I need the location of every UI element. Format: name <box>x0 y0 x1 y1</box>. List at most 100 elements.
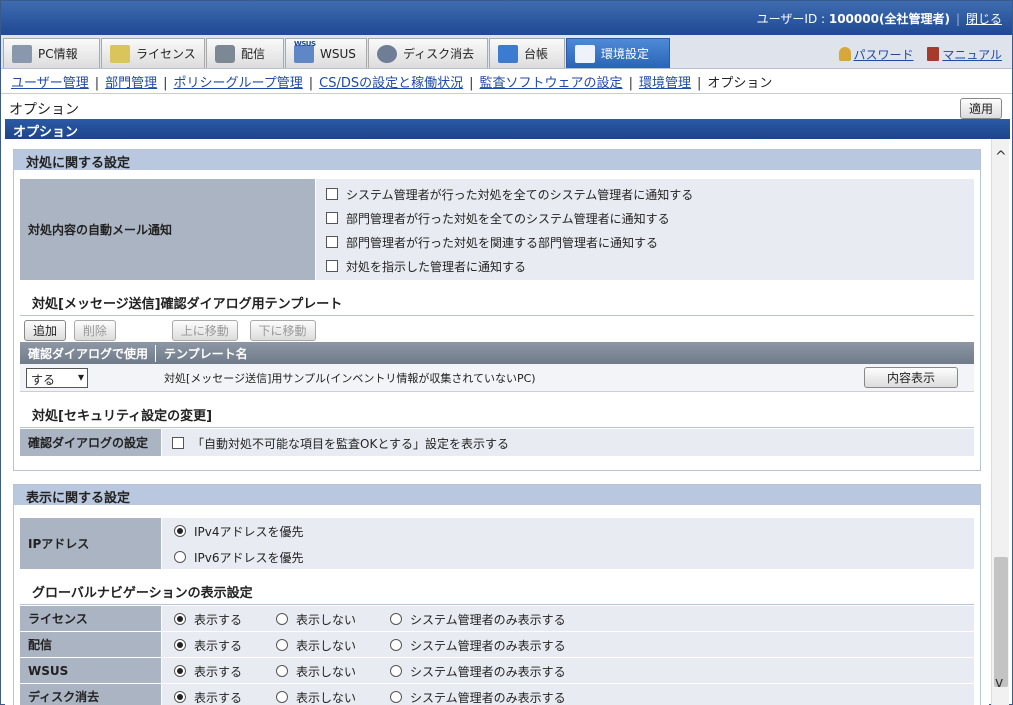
scroll-up-icon[interactable]: ^ <box>995 149 1007 165</box>
vertical-scrollbar[interactable]: ^ v <box>991 139 1009 705</box>
tab-label: WSUS <box>320 46 356 61</box>
use-dialog-select[interactable]: する <box>26 367 88 388</box>
subnav-options-current: オプション <box>707 76 773 91</box>
subnav-user-management[interactable]: ユーザー管理 <box>11 76 89 91</box>
radio-button[interactable] <box>174 665 186 677</box>
ip-row: IPアドレス IPv4アドレスを優先 IPv6アドレスを優先 <box>20 517 974 569</box>
separator: | <box>163 76 168 91</box>
confirm-option[interactable]: 「自動対処不可能な項目を監査OKとする」設定を表示する <box>162 429 974 457</box>
radio-label: IPv6アドレスを優先 <box>194 550 304 565</box>
option-admin-only[interactable]: システム管理者のみ表示する <box>390 689 566 705</box>
radio-button[interactable] <box>174 691 186 703</box>
subnav-policy-group[interactable]: ポリシーグループ管理 <box>174 76 303 91</box>
tab-disk-erase[interactable]: ディスク消去 <box>368 38 488 68</box>
checkbox[interactable] <box>326 236 338 248</box>
move-down-button[interactable]: 下に移動 <box>249 320 316 341</box>
move-up-button[interactable]: 上に移動 <box>171 320 238 341</box>
radio-button[interactable] <box>174 639 186 651</box>
manual-link[interactable]: マニュアル <box>942 48 1002 62</box>
subnav-cs-ds[interactable]: CS/DSの設定と稼働状況 <box>319 76 463 91</box>
radio-label: IPv4アドレスを優先 <box>194 524 304 539</box>
mail-option-1[interactable]: システム管理者が行った対処を全てのシステム管理者に通知する <box>316 182 974 206</box>
option-hide[interactable]: 表示しない <box>276 611 356 628</box>
radio-button[interactable] <box>276 613 289 625</box>
option-show[interactable]: 表示する <box>174 637 242 654</box>
subnav-audit-software[interactable]: 監査ソフトウェアの設定 <box>480 76 623 91</box>
delete-button[interactable]: 削除 <box>73 320 116 341</box>
radio-button[interactable] <box>276 665 289 677</box>
checkbox-label: 部門管理者が行った対処を関連する部門管理者に通知する <box>346 235 659 250</box>
checkbox[interactable] <box>172 437 184 449</box>
option-admin-only[interactable]: システム管理者のみ表示する <box>390 663 566 680</box>
confirm-dialog-label: 確認ダイアログの設定 <box>20 429 162 456</box>
checkbox-label: 対処を指示した管理者に通知する <box>346 259 527 274</box>
nav-row-options: 表示する 表示しない システム管理者のみ表示する <box>162 658 974 683</box>
option-hide[interactable]: 表示しない <box>276 637 356 654</box>
checkbox[interactable] <box>326 212 338 224</box>
tab-wsus[interactable]: WSUS WSUS <box>285 38 367 68</box>
mail-option-3[interactable]: 部門管理者が行った対処を関連する部門管理者に通知する <box>316 230 974 254</box>
option-hide[interactable]: 表示しない <box>276 663 356 680</box>
radio-button[interactable] <box>390 665 403 677</box>
view-cell: 内容表示 <box>864 367 974 388</box>
scroll-down-icon[interactable]: v <box>995 675 1003 691</box>
nav-row-options: 表示する 表示しない システム管理者のみ表示する <box>162 632 974 657</box>
checkbox-label: 「自動対処不可能な項目を監査OKとする」設定を表示する <box>192 436 509 451</box>
password-link[interactable]: パスワード <box>854 48 914 62</box>
ip-option-v4[interactable]: IPv4アドレスを優先 <box>174 518 974 544</box>
radio-group: 表示する 表示しない システム管理者のみ表示する <box>174 658 974 684</box>
tab-label: ライセンス <box>136 47 196 61</box>
radio-button[interactable] <box>390 639 403 651</box>
radio-label: システム管理者のみ表示する <box>410 612 566 627</box>
confirm-dialog-options: 「自動対処不可能な項目を監査OKとする」設定を表示する <box>162 429 974 456</box>
radio-button[interactable] <box>276 691 289 703</box>
settings-icon <box>575 44 595 63</box>
ip-option-v6[interactable]: IPv6アドレスを優先 <box>174 544 974 570</box>
tab-label: 配信 <box>241 47 266 61</box>
view-content-button[interactable]: 内容表示 <box>864 367 959 388</box>
radio-button[interactable] <box>174 525 186 537</box>
scroll-thumb[interactable] <box>994 557 1008 687</box>
option-show[interactable]: 表示する <box>174 689 242 705</box>
tab-settings[interactable]: 環境設定 <box>566 38 670 68</box>
nav-row-options: 表示する 表示しない システム管理者のみ表示する <box>162 684 974 705</box>
mail-option-2[interactable]: 部門管理者が行った対処を全てのシステム管理者に通知する <box>316 206 974 230</box>
nav-row-wsus: WSUS 表示する 表示しない システム管理者のみ表示する <box>20 657 974 683</box>
tab-ledger[interactable]: 台帳 <box>489 38 565 68</box>
tab-label: ディスク消去 <box>403 47 475 61</box>
tab-pc-info[interactable]: PC情報 <box>3 38 100 68</box>
confirm-dialog-row: 確認ダイアログの設定 「自動対処不可能な項目を監査OKとする」設定を表示する <box>20 428 974 456</box>
radio-group: 表示する 表示しない システム管理者のみ表示する <box>174 606 974 632</box>
tab-label: PC情報 <box>38 47 78 61</box>
radio-button[interactable] <box>390 691 403 703</box>
option-admin-only[interactable]: システム管理者のみ表示する <box>390 611 566 628</box>
license-icon <box>110 44 130 63</box>
subnav-environment[interactable]: 環境管理 <box>639 76 691 91</box>
subnav-department-management[interactable]: 部門管理 <box>105 76 157 91</box>
option-show[interactable]: 表示する <box>174 663 242 680</box>
radio-button[interactable] <box>390 613 403 625</box>
option-show[interactable]: 表示する <box>174 611 242 628</box>
tab-distribution[interactable]: 配信 <box>206 38 284 68</box>
apply-button[interactable]: 適用 <box>959 98 1002 119</box>
radio-button[interactable] <box>276 639 289 651</box>
radio-label: 表示しない <box>296 638 357 653</box>
tab-license[interactable]: ライセンス <box>101 38 205 68</box>
option-admin-only[interactable]: システム管理者のみ表示する <box>390 637 566 654</box>
mail-option-4[interactable]: 対処を指示した管理者に通知する <box>316 254 974 278</box>
radio-button[interactable] <box>174 551 186 563</box>
radio-button[interactable] <box>174 613 186 625</box>
sub-navigation: ユーザー管理 | 部門管理 | ポリシーグループ管理 | CS/DSの設定と稼働状況 | 監査ソ… <box>1 69 1012 93</box>
checkbox[interactable] <box>326 188 338 200</box>
checkbox[interactable] <box>326 260 338 272</box>
separator: | <box>469 76 474 91</box>
tab-label: 環境設定 <box>601 47 650 61</box>
action-settings-panel: 対処に関する設定 対処内容の自動メール通知 システム管理者が行った対処を全てのシ… <box>13 149 981 471</box>
add-button[interactable]: 追加 <box>24 320 67 341</box>
mail-notify-options: システム管理者が行った対処を全てのシステム管理者に通知する 部門管理者が行った対… <box>316 179 974 280</box>
radio-label: 表示する <box>194 612 243 627</box>
logout-link[interactable]: 閉じる <box>966 12 1002 26</box>
action-settings-title: 対処に関する設定 <box>14 150 980 171</box>
action-settings-body: 対処内容の自動メール通知 システム管理者が行った対処を全てのシステム管理者に通知… <box>14 170 980 456</box>
option-hide[interactable]: 表示しない <box>276 689 356 705</box>
